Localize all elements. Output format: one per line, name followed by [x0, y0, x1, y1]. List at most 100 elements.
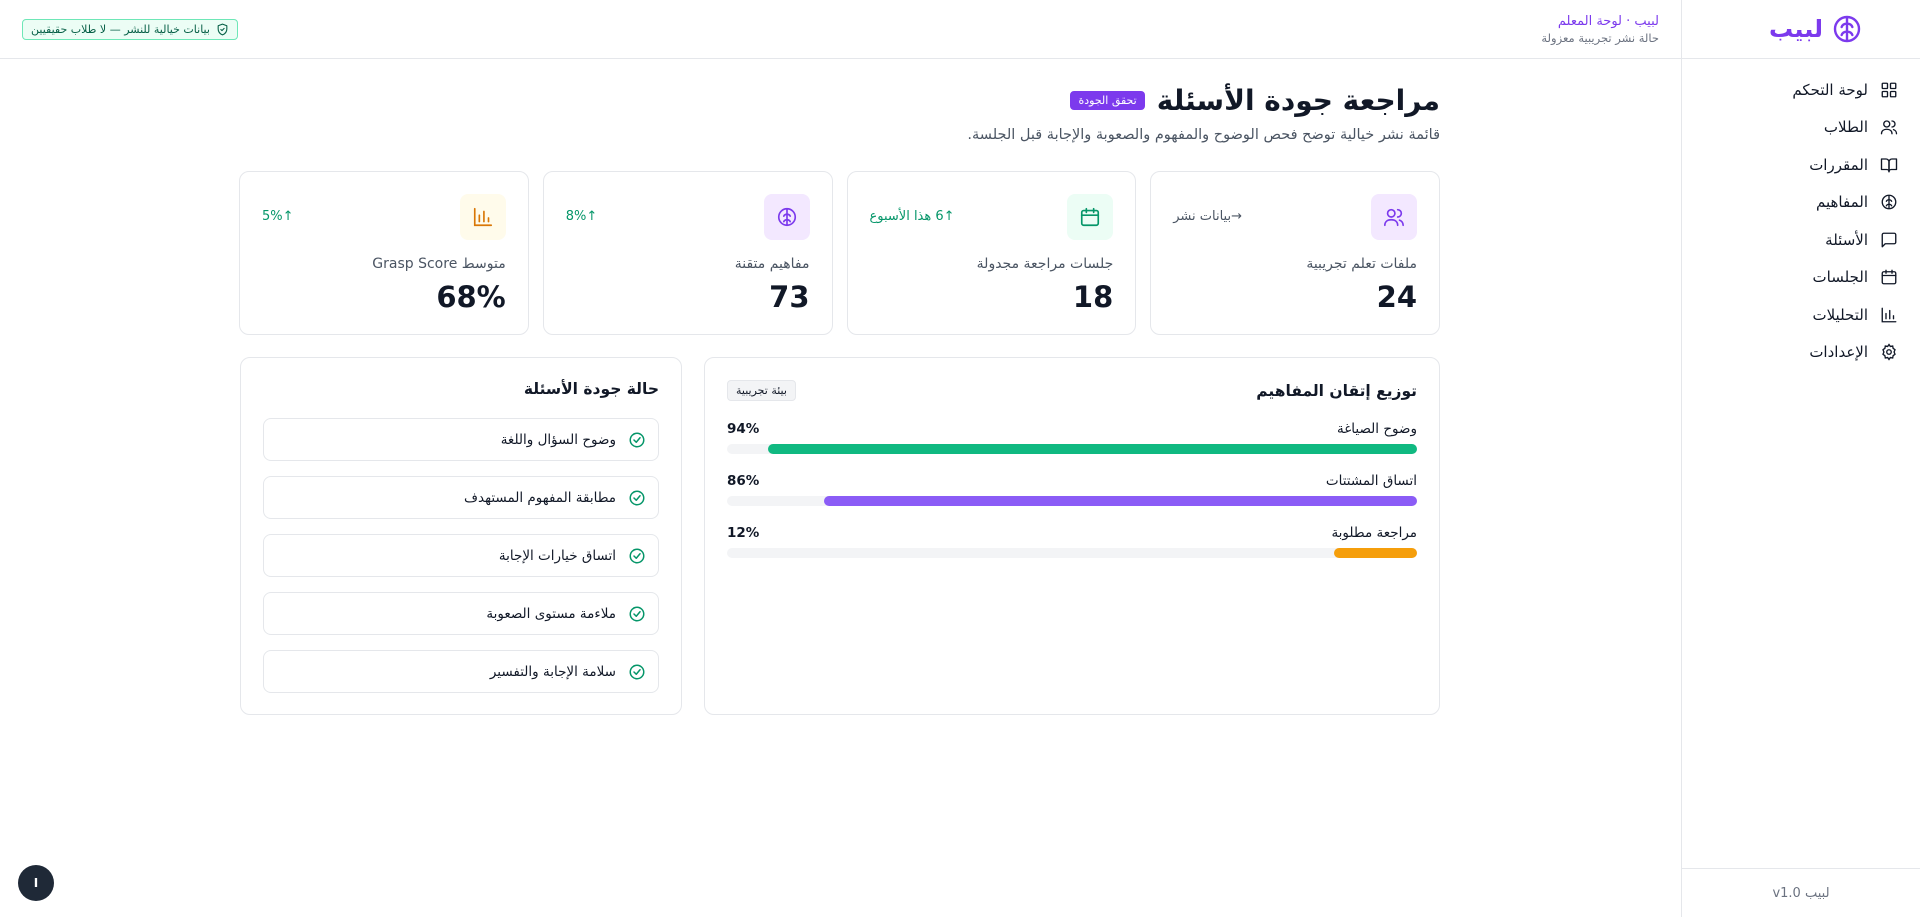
- sidebar-item-analytics[interactable]: التحليلات: [1704, 296, 1898, 334]
- sidebar-item-students[interactable]: الطلاب: [1704, 109, 1898, 147]
- quality-check-badge: تحقق الجودة: [1070, 91, 1145, 110]
- bar-percent: 94%: [727, 421, 760, 437]
- demo-data-text: بيانات خيالية للنشر — لا طلاب حقيقيين: [31, 23, 210, 36]
- bar-label: اتساق المشتتات: [1325, 473, 1417, 489]
- mastery-title: توزيع إتقان المفاهيم: [1256, 381, 1417, 400]
- mastery-panel: توزيع إتقان المفاهيم بيئة تجريبية وضوح ا…: [704, 357, 1440, 715]
- progress-track: [727, 548, 1417, 558]
- checklist-item[interactable]: مطابقة المفهوم المستهدف: [263, 476, 659, 519]
- bar-label: مراجعة مطلوبة: [1331, 525, 1417, 541]
- header-title-block: لبيب · لوحة المعلم حالة نشر تجريبية معزو…: [1541, 14, 1659, 45]
- environment-badge: بيئة تجريبية: [727, 380, 796, 401]
- dashboard-icon: [1881, 82, 1897, 98]
- checklist-label: مطابقة المفهوم المستهدف: [464, 489, 616, 506]
- stat-value: 24: [1376, 280, 1417, 314]
- progress-track: [727, 496, 1417, 506]
- calendar-icon: [1081, 207, 1100, 227]
- page-header: مراجعة جودة الأسئلة تحقق الجودة قائمة نش…: [240, 84, 1440, 143]
- stat-value: 73: [769, 280, 810, 314]
- top-bar: لبيب · لوحة المعلم حالة نشر تجريبية معزو…: [0, 0, 1681, 59]
- sidebar-item-concepts[interactable]: المفاهيم: [1704, 184, 1898, 222]
- sidebar: لبيب لوحة التحكم الطلاب المقررات المفاهي…: [1681, 0, 1920, 917]
- quality-panel: حالة جودة الأسئلة وضوح السؤال واللغة مطا…: [240, 357, 682, 715]
- sidebar-item-label: الإعدادات: [1809, 343, 1868, 362]
- stat-label: مفاهيم متقنة: [734, 256, 810, 272]
- stat-trend: ↑6 هذا الأسبوع: [869, 209, 955, 224]
- stat-trend: →بيانات نشر: [1173, 209, 1242, 224]
- stats-row: →بيانات نشر ملفات تعلم تجريبية 24 ↑6 هذا…: [239, 171, 1440, 335]
- mastery-bar-row: وضوح الصياغة 94%: [727, 421, 1417, 454]
- calendar-icon: [1881, 269, 1897, 285]
- check-circle-icon: [629, 606, 645, 621]
- floating-action-button[interactable]: I: [18, 865, 54, 901]
- page-subtitle: قائمة نشر خيالية توضح فحص الوضوح والمفهو…: [967, 127, 1440, 143]
- gear-icon: [1882, 343, 1896, 361]
- brand-name: لبيب: [1769, 15, 1824, 43]
- sidebar-item-label: المفاهيم: [1816, 193, 1868, 212]
- page-title: مراجعة جودة الأسئلة: [1156, 84, 1440, 117]
- bar-chart-icon: [1881, 307, 1897, 323]
- stat-label: ملفات تعلم تجريبية: [1306, 256, 1417, 272]
- bar-percent: 12%: [727, 525, 760, 541]
- stat-trend: ↑8%: [565, 209, 598, 224]
- progress-fill: [1334, 548, 1417, 558]
- sidebar-item-courses[interactable]: المقررات: [1704, 146, 1898, 184]
- sidebar-item-label: الطلاب: [1823, 118, 1868, 137]
- checklist-label: وضوح السؤال واللغة: [500, 431, 616, 448]
- stat-value: 68%: [436, 280, 506, 314]
- sidebar-nav: لوحة التحكم الطلاب المقررات المفاهيم الأ…: [1682, 59, 1920, 371]
- mastery-bar-row: اتساق المشتتات 86%: [727, 473, 1417, 506]
- checklist-label: سلامة الإجابة والتفسير: [489, 663, 616, 680]
- book-icon: [1880, 158, 1898, 173]
- checklist-item[interactable]: ملاءمة مستوى الصعوبة: [263, 592, 659, 635]
- progress-fill: [823, 496, 1417, 506]
- message-icon: [1881, 232, 1897, 248]
- stat-icon-box: [1371, 194, 1417, 240]
- sidebar-item-questions[interactable]: الأسئلة: [1704, 221, 1898, 259]
- sidebar-item-label: التحليلات: [1812, 305, 1868, 324]
- sidebar-item-label: الأسئلة: [1825, 230, 1868, 249]
- header-subtitle: حالة نشر تجريبية معزولة: [1541, 31, 1659, 45]
- users-icon: [1880, 120, 1898, 135]
- header-title: لبيب · لوحة المعلم: [1557, 14, 1659, 29]
- sidebar-item-settings[interactable]: الإعدادات: [1704, 334, 1898, 372]
- stat-icon-box: [1067, 194, 1114, 240]
- version-label: لبيب v1.0: [1682, 868, 1920, 917]
- checklist-item[interactable]: وضوح السؤال واللغة: [263, 418, 659, 461]
- stat-label: جلسات مراجعة مجدولة: [976, 256, 1114, 272]
- bar-chart-icon: [473, 207, 492, 227]
- stat-card-learning-profiles: →بيانات نشر ملفات تعلم تجريبية 24: [1150, 171, 1440, 335]
- progress-track: [727, 444, 1417, 454]
- stat-trend: ↑5%: [262, 209, 294, 224]
- sidebar-item-label: لوحة التحكم: [1792, 80, 1868, 99]
- stat-value: 18: [1072, 280, 1114, 314]
- sidebar-item-label: المقررات: [1809, 155, 1868, 174]
- bar-percent: 86%: [727, 473, 760, 489]
- shield-check-icon: [217, 23, 228, 36]
- brain-icon: [777, 207, 796, 227]
- check-circle-icon: [629, 490, 645, 505]
- checklist-label: ملاءمة مستوى الصعوبة: [486, 605, 616, 622]
- checklist-item[interactable]: سلامة الإجابة والتفسير: [263, 650, 659, 693]
- check-circle-icon: [629, 548, 645, 563]
- stat-label: متوسط Grasp Score: [372, 256, 506, 272]
- sidebar-item-sessions[interactable]: الجلسات: [1704, 259, 1898, 297]
- mastery-bars: وضوح الصياغة 94% اتساق المشتتات 86% مراج…: [727, 421, 1417, 558]
- mastery-bar-row: مراجعة مطلوبة 12%: [727, 525, 1417, 558]
- stat-card-grasp-score: ↑5% متوسط Grasp Score 68%: [239, 171, 529, 335]
- stat-card-mastered-concepts: ↑8% مفاهيم متقنة 73: [542, 171, 833, 335]
- stat-card-review-sessions: ↑6 هذا الأسبوع جلسات مراجعة مجدولة 18: [846, 171, 1137, 335]
- brain-icon: [1881, 194, 1897, 210]
- brain-logo-icon: [1833, 15, 1861, 43]
- sidebar-item-dashboard[interactable]: لوحة التحكم: [1704, 71, 1898, 109]
- bar-label: وضوح الصياغة: [1336, 421, 1417, 437]
- users-icon: [1384, 208, 1404, 227]
- checklist-item[interactable]: اتساق خيارات الإجابة: [263, 534, 659, 577]
- quality-title: حالة جودة الأسئلة: [523, 380, 659, 398]
- brand[interactable]: لبيب: [1682, 0, 1920, 59]
- demo-data-badge: بيانات خيالية للنشر — لا طلاب حقيقيين: [22, 19, 238, 40]
- check-circle-icon: [629, 432, 645, 447]
- progress-fill: [768, 444, 1417, 454]
- check-circle-icon: [629, 664, 645, 679]
- stat-icon-box: [763, 194, 810, 240]
